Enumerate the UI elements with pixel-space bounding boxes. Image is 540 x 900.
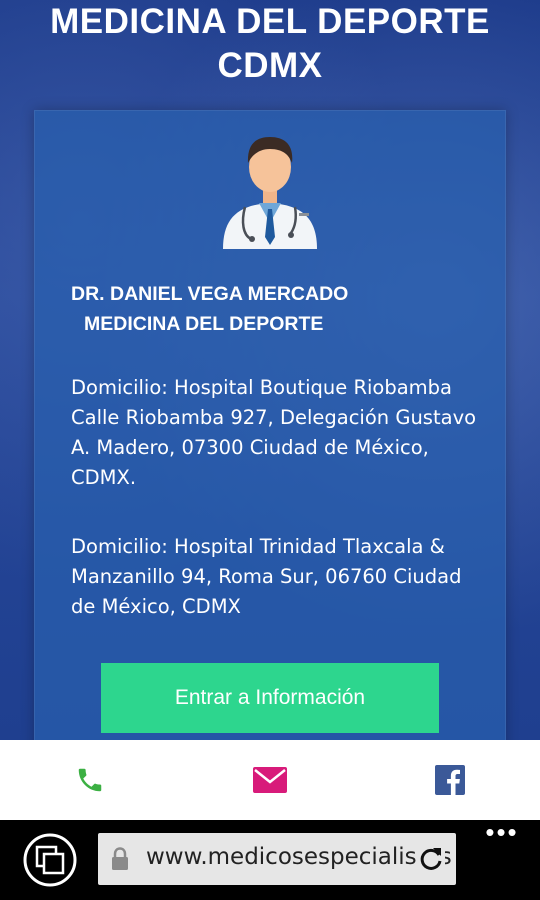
lock-icon [112, 847, 128, 870]
page-title-line-1: MEDICINA DEL DEPORTE [50, 2, 490, 41]
page-title: MEDICINA DEL DEPORTE CDMX [0, 0, 540, 88]
doctor-name-block: DR. DANIEL VEGA MERCADO MEDICINA DEL DEP… [71, 279, 491, 339]
facebook-button[interactable] [420, 750, 480, 810]
address-2: Domicilio: Hospital Trinidad Tlaxcala & … [71, 535, 462, 618]
more-menu-icon[interactable]: ••• [482, 819, 522, 846]
url-text: www.medicosespecialistas [146, 844, 452, 870]
page-title-line-2: CDMX [217, 46, 323, 85]
address-1: Domicilio: Hospital Boutique Riobamba Ca… [71, 376, 477, 489]
phone-icon [78, 768, 102, 792]
doctor-avatar-icon [223, 137, 317, 249]
refresh-icon[interactable] [417, 845, 445, 873]
email-button[interactable] [240, 750, 300, 810]
doctor-specialty: MEDICINA DEL DEPORTE [84, 313, 324, 335]
phone-button[interactable] [60, 750, 120, 810]
enter-information-button[interactable]: Entrar a Información [101, 663, 439, 733]
tabs-icon[interactable] [22, 832, 78, 888]
doctor-card: DR. DANIEL VEGA MERCADO MEDICINA DEL DEP… [34, 110, 506, 752]
contact-action-bar [0, 740, 540, 820]
facebook-icon [435, 765, 465, 795]
doctor-name: DR. DANIEL VEGA MERCADO [71, 283, 349, 305]
address-bar[interactable]: www.medicosespecialistas [98, 833, 456, 885]
mail-icon [253, 767, 287, 793]
